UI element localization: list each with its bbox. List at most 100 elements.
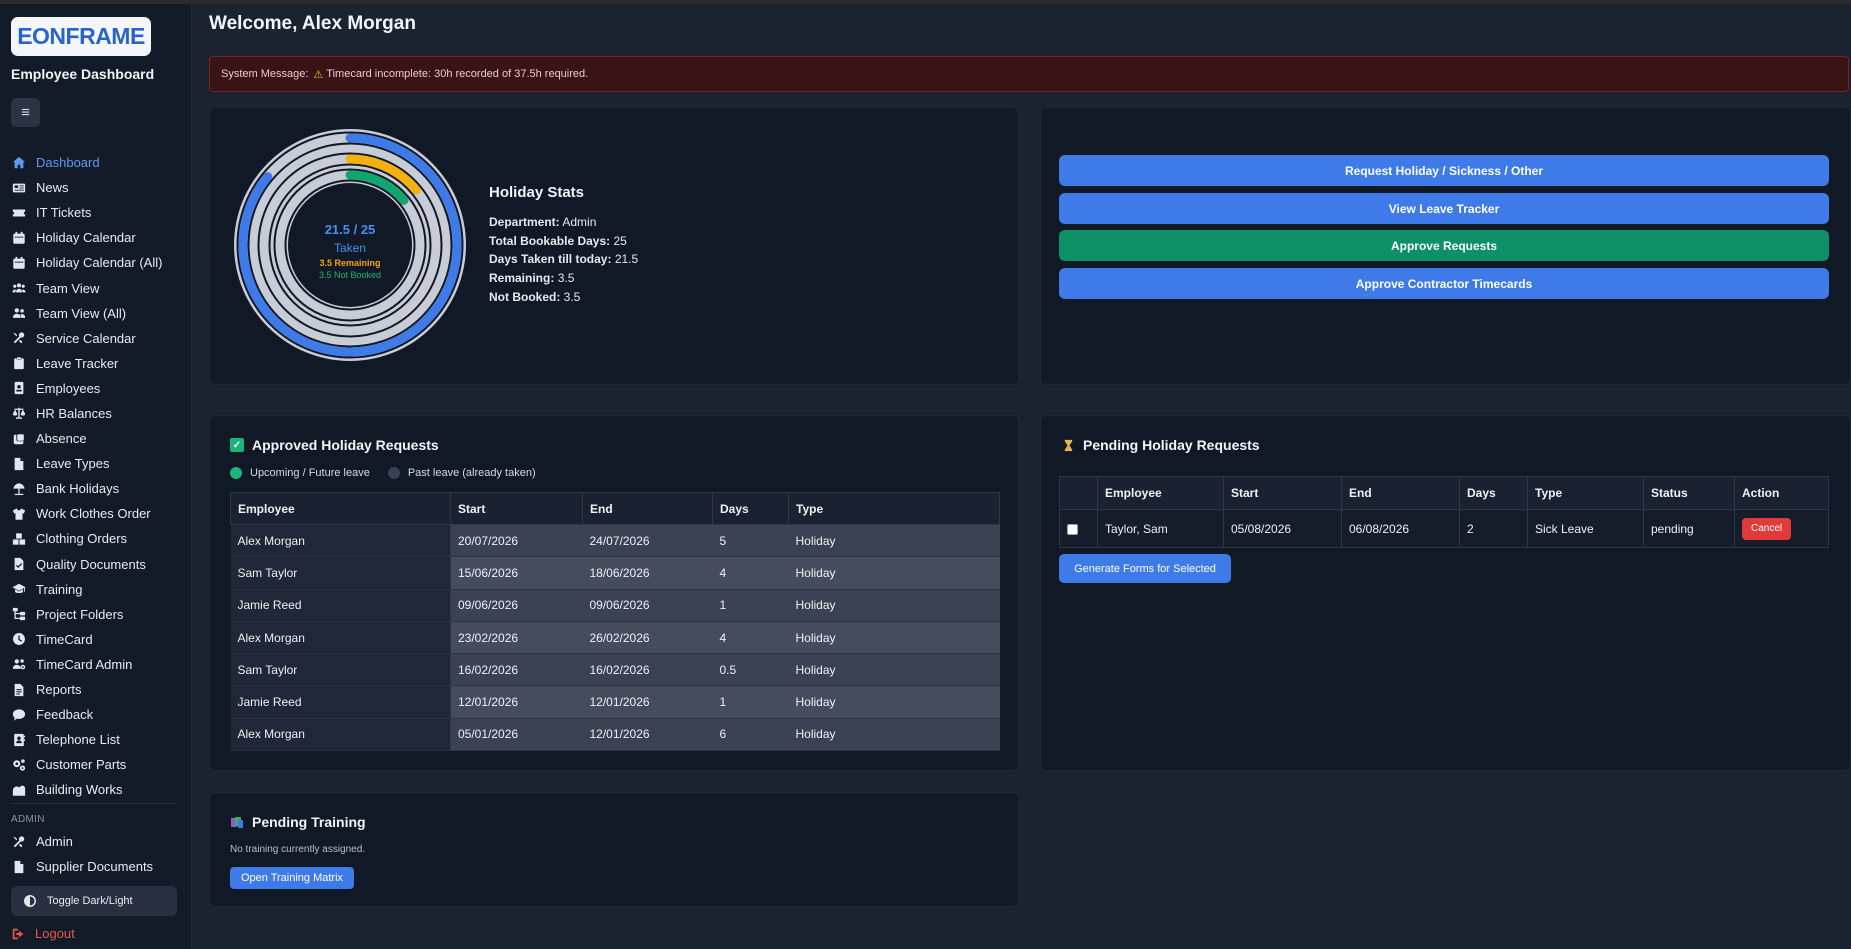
approved-requests-title: ✓ Approved Holiday Requests <box>230 437 439 453</box>
sidebar-item-reports[interactable]: Reports <box>0 677 192 702</box>
sidebar-item-dashboard[interactable]: Dashboard <box>0 150 192 175</box>
cell-start: 16/02/2026 <box>450 653 583 687</box>
column-header-action: Action <box>1734 476 1829 510</box>
sidebar-item-training[interactable]: Training <box>0 577 192 602</box>
sidebar-item-service-calendar[interactable]: Service Calendar <box>0 326 192 351</box>
table-row: Alex Morgan 05/01/2026 12/01/2026 6 Holiday <box>230 718 1000 752</box>
stats-value: 25 <box>613 233 627 248</box>
cell-employee: Sam Taylor <box>230 556 451 590</box>
stats-value: 3.5 <box>557 271 575 286</box>
sidebar-item-news[interactable]: News <box>0 175 192 200</box>
stats-line: Department: Admin <box>489 213 638 232</box>
sidebar-item-leave-tracker[interactable]: Leave Tracker <box>0 351 192 376</box>
sidebar-item-timecard[interactable]: TimeCard <box>0 627 192 652</box>
sidebar-item-label: Admin <box>36 834 73 850</box>
sidebar-item-label: Team View <box>36 280 100 296</box>
sidebar-item-it-tickets[interactable]: IT Tickets <box>0 200 192 225</box>
table-row: Jamie Reed 09/06/2026 09/06/2026 1 Holiday <box>230 589 1000 622</box>
request-holiday-sickness-other-button[interactable]: Request Holiday / Sickness / Other <box>1059 155 1829 186</box>
document-check-icon <box>11 557 26 572</box>
column-header-end[interactable]: End <box>582 492 713 525</box>
column-header-employee[interactable]: Employee <box>230 492 451 525</box>
stats-line: Not Booked: 3.5 <box>489 288 638 307</box>
sidebar-item-customer-parts[interactable]: Customer Parts <box>0 752 192 777</box>
column-header-start[interactable]: Start <box>450 492 583 525</box>
sidebar-item-admin[interactable]: Admin <box>0 829 192 854</box>
ring-total-label: 21.5 / 25 <box>324 222 376 237</box>
column-header-days[interactable]: Days <box>712 492 789 525</box>
sidebar-divider <box>11 803 177 804</box>
home-icon <box>11 155 26 170</box>
cell-end: 09/06/2026 <box>582 589 713 622</box>
view-leave-tracker-button[interactable]: View Leave Tracker <box>1059 193 1829 224</box>
cell-end: 26/02/2026 <box>582 621 713 655</box>
cell-end: 12/01/2026 <box>582 718 713 752</box>
open-training-matrix-button[interactable]: Open Training Matrix <box>230 867 354 889</box>
training-title-text: Pending Training <box>252 814 366 830</box>
sidebar-item-team-view[interactable]: Team View <box>0 275 192 300</box>
sidebar-item-label: TimeCard Admin <box>36 656 133 672</box>
cell-type: Holiday <box>788 556 1000 590</box>
stats-key: Not Booked: <box>489 289 561 304</box>
approve-requests-button[interactable]: Approve Requests <box>1059 230 1829 261</box>
column-header-select <box>1059 476 1098 510</box>
column-header-type[interactable]: Type <box>788 492 1000 525</box>
sidebar-item-label: Clothing Orders <box>36 531 128 547</box>
column-header-start: Start <box>1223 476 1342 510</box>
stats-key: Department: <box>489 215 560 229</box>
sidebar-item-project-folders[interactable]: Project Folders <box>0 602 192 627</box>
cell-status: pending <box>1643 509 1735 548</box>
system-message-alert: System Message: ⚠ Timecard incomplete: 3… <box>209 56 1849 92</box>
table-row: Sam Taylor 16/02/2026 16/02/2026 0.5 Holiday <box>230 653 1000 687</box>
sidebar-item-label: Employees <box>36 380 101 396</box>
sidebar-item-team-view-all[interactable]: Team View (All) <box>0 301 192 326</box>
sidebar-item-supplier-documents[interactable]: Supplier Documents <box>0 854 192 879</box>
cell-type: Holiday <box>788 589 1000 622</box>
calendar-icon <box>11 230 26 245</box>
theme-toggle-button[interactable]: Toggle Dark/Light <box>11 886 177 916</box>
sidebar-item-label: Training <box>36 581 83 597</box>
sidebar-item-hr-balances[interactable]: HR Balances <box>0 401 192 426</box>
cell-end: 16/02/2026 <box>582 653 713 687</box>
sidebar-item-leave-types[interactable]: Leave Types <box>0 451 192 476</box>
generate-forms-button[interactable]: Generate Forms for Selected <box>1059 554 1231 583</box>
cell-start: 12/01/2026 <box>450 685 583 719</box>
cell-days: 1 <box>712 589 789 622</box>
logout-link[interactable]: Logout <box>11 926 75 941</box>
address-book-icon <box>11 732 26 747</box>
ring-remaining-label: 3.5 Remaining <box>319 258 381 268</box>
sidebar-item-timecard-admin[interactable]: TimeCard Admin <box>0 652 192 677</box>
sidebar-item-telephone-list[interactable]: Telephone List <box>0 727 192 752</box>
sidebar-item-bank-holidays[interactable]: Bank Holidays <box>0 476 192 501</box>
ring-not-booked-label: 3.5 Not Booked <box>318 270 382 280</box>
sidebar-item-work-clothes-order[interactable]: Work Clothes Order <box>0 501 192 526</box>
menu-toggle-button[interactable]: ≡ <box>11 98 40 127</box>
cancel-request-button[interactable]: Cancel <box>1742 517 1792 540</box>
sidebar-item-absence[interactable]: Absence <box>0 426 192 451</box>
column-header-status: Status <box>1643 476 1735 510</box>
cell-days: 2 <box>1459 509 1528 548</box>
legend-past-label: Past leave (already taken) <box>407 467 536 479</box>
pending-training-title: Pending Training <box>230 814 366 830</box>
cell-select <box>1059 509 1098 548</box>
sidebar-item-label: Project Folders <box>36 606 124 622</box>
sidebar-item-feedback[interactable]: Feedback <box>0 702 192 727</box>
sidebar-item-building-works[interactable]: Building Works <box>0 777 192 802</box>
sidebar-nav: Dashboard News IT Tickets Holiday Calendar H… <box>0 150 192 802</box>
approve-contractor-timecards-button[interactable]: Approve Contractor Timecards <box>1059 268 1829 299</box>
pending-training-card: Pending Training No training currently a… <box>209 792 1019 907</box>
sidebar-item-holiday-calendar-all[interactable]: Holiday Calendar (All) <box>0 250 192 275</box>
sidebar-item-clothing-orders[interactable]: Clothing Orders <box>0 526 192 551</box>
pending-title-text: Pending Holiday Requests <box>1083 437 1260 453</box>
legend-upcoming-label: Upcoming / Future leave <box>250 467 370 479</box>
row-select-checkbox[interactable] <box>1067 523 1078 535</box>
cell-employee: Alex Morgan <box>230 621 451 655</box>
sidebar: EONFRAME Employee Dashboard ≡ Dashboard N… <box>0 4 192 949</box>
brand-logo[interactable]: EONFRAME <box>11 17 151 56</box>
column-header-days: Days <box>1459 476 1528 510</box>
sidebar-item-quality-documents[interactable]: Quality Documents <box>0 552 192 577</box>
ring-taken-label: Taken <box>333 241 367 255</box>
approved-legend: Upcoming / Future leave Past leave (alre… <box>230 467 536 479</box>
sidebar-item-employees[interactable]: Employees <box>0 376 192 401</box>
sidebar-item-holiday-calendar[interactable]: Holiday Calendar <box>0 225 192 250</box>
